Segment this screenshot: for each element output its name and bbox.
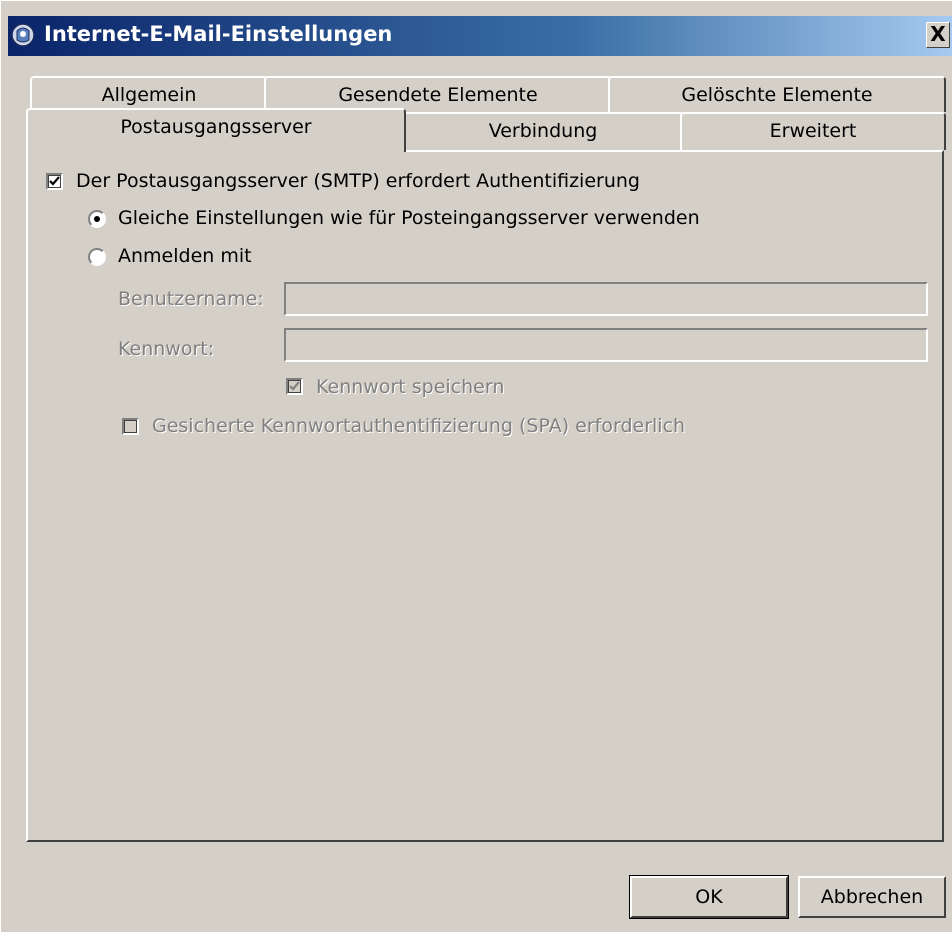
tab-verbindung[interactable]: Verbindung [402, 112, 684, 150]
spa-label[interactable]: Gesicherte Kennwortauthentifizierung (SP… [152, 415, 685, 437]
tab-label: Erweitert [769, 120, 857, 142]
checkmark-icon [49, 176, 60, 186]
same-settings-radio[interactable] [88, 210, 106, 228]
radio-dot [94, 216, 100, 222]
spa-checkbox[interactable] [122, 418, 139, 435]
outlook-mail-icon [10, 22, 36, 48]
tab-label: Verbindung [488, 120, 598, 142]
smtp-auth-checkbox[interactable] [46, 173, 63, 190]
login-with-label[interactable]: Anmelden mit [118, 245, 252, 267]
checkmark-icon [289, 381, 300, 391]
tab-gesendete-elemente[interactable]: Gesendete Elemente [264, 76, 612, 112]
tab-label: Postausgangsserver [120, 116, 312, 138]
tab-postausgangsserver[interactable]: Postausgangsserver [26, 108, 406, 152]
close-button[interactable]: X [926, 22, 950, 48]
same-settings-label[interactable]: Gleiche Einstellungen wie für Posteingan… [118, 207, 700, 229]
ok-button[interactable]: OK [629, 875, 789, 919]
password-label: Kennwort: [118, 338, 215, 360]
username-input[interactable] [284, 282, 928, 316]
cancel-button[interactable]: Abbrechen [798, 876, 946, 918]
tab-label: Allgemein [101, 84, 197, 106]
tab-erweitert[interactable]: Erweitert [680, 112, 946, 150]
login-with-radio[interactable] [88, 248, 106, 266]
smtp-auth-label[interactable]: Der Postausgangsserver (SMTP) erfordert … [76, 170, 640, 192]
window-title: Internet-E-Mail-Einstellungen [44, 22, 393, 46]
tab-label: Gesendete Elemente [338, 84, 538, 106]
tab-geloeschte-elemente[interactable]: Gelöschte Elemente [608, 76, 946, 112]
save-password-label[interactable]: Kennwort speichern [316, 376, 504, 398]
tab-label: Gelöschte Elemente [681, 84, 873, 106]
password-input[interactable] [284, 328, 928, 362]
save-password-checkbox[interactable] [286, 378, 303, 395]
username-label: Benutzername: [118, 288, 264, 310]
tab-allgemein[interactable]: Allgemein [30, 76, 268, 112]
